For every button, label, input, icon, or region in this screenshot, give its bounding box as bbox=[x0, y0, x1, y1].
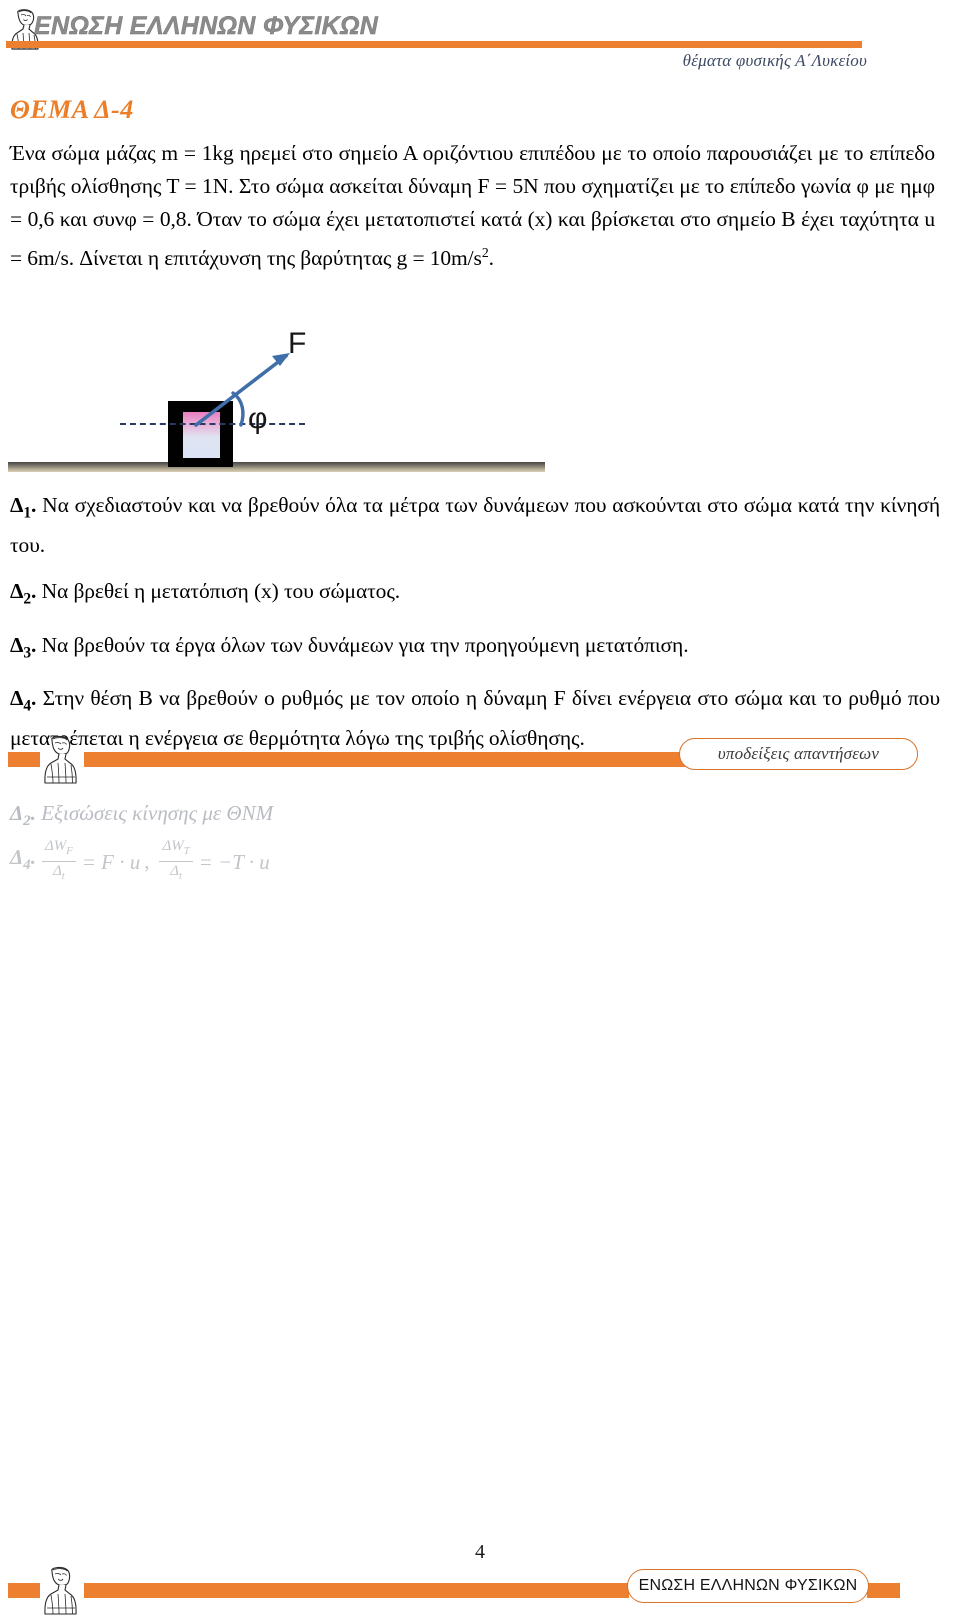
physics-diagram: F φ bbox=[0, 315, 600, 480]
problem-statement: Ένα σώμα μάζας m = 1kg ηρεμεί στο σημείο… bbox=[10, 137, 935, 275]
formula-fraction-work-t: ΔWT Δt bbox=[159, 838, 193, 885]
hints-pill-label: υποδείξεις απαντήσεων bbox=[717, 744, 880, 763]
answer-hint-label-2: Δ4. bbox=[10, 845, 36, 874]
angle-label-phi: φ bbox=[248, 402, 268, 435]
problem-statement-exponent: 2 bbox=[481, 245, 489, 260]
page-title: ΘΕΜΑ Δ-4 bbox=[10, 95, 134, 124]
header-divider-rule bbox=[6, 41, 862, 48]
question-item-3: Δ3. Να βρεθούν τα έργα όλων των δυνάμεων… bbox=[10, 629, 940, 669]
formula-separator: , bbox=[144, 849, 150, 873]
hints-pill-badge: υποδείξεις απαντήσεων bbox=[679, 738, 918, 770]
answer-hint-label-1: Δ2. bbox=[10, 801, 36, 830]
footer-pill-badge: ΕΝΩΣΗ ΕΛΛΗΝΩΝ ΦΥΣΙΚΩΝ bbox=[627, 1569, 869, 1603]
formula-fraction-numerator-1: ΔWF bbox=[41, 838, 76, 862]
questions-list: Δ1. Να σχεδιαστούν και να βρεθούν όλα τα… bbox=[10, 489, 940, 768]
bust-divider-icon bbox=[44, 735, 77, 784]
question-text-2: Να βρεθεί η μετατόπιση (x) του σώματος. bbox=[41, 579, 401, 604]
formula-equation-2: = −T · u bbox=[198, 849, 270, 874]
page-header: ΕΝΩΣΗ ΕΛΛΗΝΩΝ ΦΥΣΙΚΩΝ θέματα φυσικής Α΄Λ… bbox=[0, 0, 960, 90]
question-item-1: Δ1. Να σχεδιαστούν και να βρεθούν όλα τα… bbox=[10, 489, 940, 562]
hints-bar-main-segment bbox=[84, 752, 701, 767]
question-text-1: Να σχεδιαστούν και να βρεθούν όλα τα μέτ… bbox=[10, 493, 940, 558]
page-number: 4 bbox=[475, 1541, 485, 1563]
formula-fraction-numerator-2: ΔWT bbox=[159, 838, 193, 862]
footer-pill-label: ΕΝΩΣΗ ΕΛΛΗΝΩΝ ΦΥΣΙΚΩΝ bbox=[638, 1577, 858, 1594]
question-label-1: Δ1. bbox=[10, 493, 37, 522]
answer-hint-line-1: Δ2. Εξισώσεις κίνησης με ΘΝΜ bbox=[10, 798, 710, 837]
question-label-3: Δ3. bbox=[10, 632, 37, 661]
bust-footer-icon bbox=[44, 1566, 77, 1615]
answer-hint-text-1: Εξισώσεις κίνησης με ΘΝΜ bbox=[41, 801, 274, 825]
force-label-f: F bbox=[288, 327, 307, 360]
question-text-3: Να βρεθούν τα έργα όλων των δυνάμεων για… bbox=[41, 632, 689, 657]
answer-hint-line-2: Δ4. ΔWF Δt = F · u , ΔWT Δt = −T · u bbox=[10, 838, 270, 885]
formula-equation-1: = F · u bbox=[81, 849, 141, 874]
formula-fraction-denominator-2: Δt bbox=[170, 863, 182, 882]
hints-bar-left-segment bbox=[8, 752, 40, 767]
problem-statement-part1: Ένα σώμα μάζας m = 1kg ηρεμεί στο σημείο… bbox=[10, 141, 935, 271]
footer-bar-main-segment bbox=[84, 1583, 629, 1598]
question-label-2: Δ2. bbox=[10, 579, 37, 608]
answer-hints: Δ2. Εξισώσεις κίνησης με ΘΝΜ bbox=[10, 798, 710, 837]
problem-statement-part2: . bbox=[488, 246, 494, 271]
header-subtitle: θέματα φυσικής Α΄Λυκείου bbox=[682, 51, 867, 70]
footer-bar-right-segment bbox=[867, 1583, 900, 1598]
logo-text: ΕΝΩΣΗ ΕΛΛΗΝΩΝ ΦΥΣΙΚΩΝ bbox=[34, 12, 379, 40]
formula-fraction-denominator-1: Δt bbox=[52, 863, 65, 882]
footer-bar-left-segment bbox=[8, 1583, 40, 1598]
formula-fraction-work-f: ΔWF Δt bbox=[41, 838, 76, 885]
question-item-2: Δ2. Να βρεθεί η μετατόπιση (x) του σώματ… bbox=[10, 575, 940, 615]
page-footer: ΕΝΩΣΗ ΕΛΛΗΝΩΝ ΦΥΣΙΚΩΝ bbox=[0, 1565, 960, 1621]
hints-divider: υποδείξεις απαντήσεων bbox=[0, 734, 960, 788]
question-label-4: Δ4. bbox=[10, 685, 37, 715]
